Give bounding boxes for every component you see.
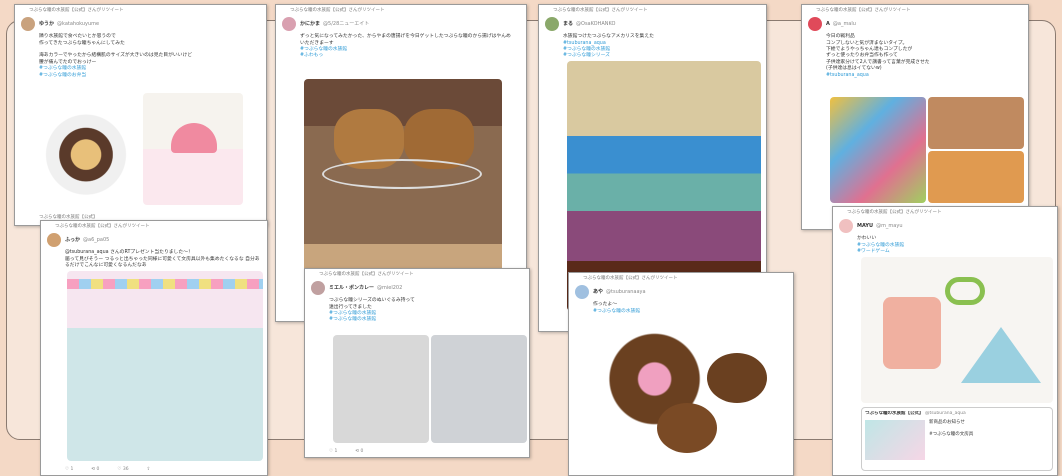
user-name: ミエル・ボンカレー [329, 284, 375, 291]
tweet-actions[interactable]: ♡ 1 ⟲ 0 ♡ 36 ⇪ [65, 467, 150, 473]
tweet-text: ずっと気になってみたかった、からやまの唐揚げを今日ゲットしたつぶらな瞳のから揚げ… [300, 34, 511, 46]
user-handle: @katahokuyume [57, 20, 100, 27]
tweet-text: @tsuburana_aqua さんのRTプレゼント当たりました〜！ 届って見び… [65, 250, 260, 268]
tweet-text: かわいい [857, 236, 877, 242]
retweet-label: つぶらな瞳の水族館【公式】さんがリツイート [583, 276, 678, 281]
tweet-hashtags[interactable]: #つぶらな瞳の水族館 #つぶらな瞳の水族館 [305, 311, 529, 324]
tweet-hashtags[interactable]: #つぶらな瞳の水族館 #つぶらな瞳のお弁当 [15, 66, 266, 79]
tweet-photo-bag-front [333, 335, 429, 443]
pink-creature-icon [171, 123, 217, 153]
user-name: ゆうか [39, 20, 55, 27]
avatar [839, 219, 853, 234]
tweet-text: 作ったよ〜 [593, 302, 617, 308]
reply-count[interactable]: ♡ 1 [329, 449, 337, 455]
user-handle: @m_mayu [876, 222, 903, 229]
tweet-header: ふっか @a6_pa05 [41, 232, 267, 248]
user-name: かにかま [300, 20, 321, 27]
avatar [47, 233, 61, 248]
quoted-user-handle: @tsuburana_aqua [924, 411, 966, 416]
user-name: まる [563, 20, 574, 27]
tweet-text: 今日の戦利品 コンプしないと気が済まないタイプ。 下絵でようやっちゃん達もコンプ… [826, 34, 930, 72]
retweet-label: つぶらな瞳の水族館【公式】さんがリツイート [553, 8, 648, 13]
user-handle: @OsaKOHANKO [576, 20, 616, 27]
cupcake [707, 353, 767, 403]
quoted-tweet-text: 新商品のお知らせ #つぶらな瞳の文房具 [929, 420, 974, 438]
tweet-hashtags[interactable]: #つぶらな瞳の水族館 #ふわもっ [276, 47, 526, 60]
tweet-photo-hands [928, 97, 1024, 149]
collage-board: つぶらな瞳の水族館【公式】さんがリツイート ゆうか @katahokuyume … [0, 0, 1062, 476]
user-name: A [826, 20, 830, 27]
pink-pouch [883, 297, 941, 369]
quoted-tweet[interactable]: つぶらな瞳の水族館【公式】 @tsuburana_aqua 新商品のお知らせ #… [861, 407, 1053, 471]
user-handle: @a6_pa05 [83, 236, 110, 243]
retweet-label: つぶらな瞳の水族館【公式】さんがリツイート [319, 272, 414, 277]
user-name: MAYU [857, 222, 874, 229]
user-name: ふっか [65, 236, 81, 243]
tweet-header: ゆうか @katahokuyume [15, 16, 266, 32]
retweet-label: つぶらな瞳の水族館【公式】さんがリツイート [816, 8, 911, 13]
retweet-label: つぶらな瞳の水族館【公式】さんがリツイート [29, 8, 124, 13]
tweet-header: MAYU @m_mayu [833, 218, 1057, 234]
retweet-label: つぶらな瞳の水族館【公式】さんがリツイート [290, 8, 385, 13]
tweet-hashtags[interactable]: #つぶらな瞳の水族館 [569, 309, 793, 315]
tweet-photo-cupcakes [597, 323, 789, 463]
scissors-handle [945, 277, 985, 305]
like-count[interactable]: ♡ 36 [117, 467, 128, 473]
tweet-header: A @a_malu [802, 16, 1028, 32]
avatar [545, 17, 559, 32]
tweet-photo-pencil-case [861, 257, 1053, 403]
tweet-card-7[interactable]: つぶらな瞳の水族館【公式】さんがリツイート あや @tsuburanaaya 作… [568, 272, 794, 476]
cupcake [657, 403, 717, 453]
retweet-label: つぶらな瞳の水族館【公式】さんがリツイート [847, 210, 942, 215]
triangle-ruler [961, 327, 1041, 383]
avatar [282, 17, 296, 32]
tweet-illustration [143, 93, 243, 205]
tweet-hashtags[interactable]: #つぶらな瞳の水族館 #ワードゲーム [833, 243, 1057, 256]
reply-count[interactable]: ♡ 1 [65, 467, 73, 473]
tweet-text: つぶらな瞳シリーズのぬいぐるみ持って 遠出行ってきました [329, 298, 415, 310]
tweet-card-4[interactable]: つぶらな瞳の水族館【公式】さんがリツイート A @a_malu 今日の戦利品 コ… [801, 4, 1029, 230]
tweet-header: かにかま @5/28ニューエイト [276, 16, 526, 32]
user-handle: @tsuburanaaya [606, 288, 646, 295]
tweet-header: まる @OsaKOHANKO [539, 16, 766, 32]
user-handle: @a_malu [832, 20, 856, 27]
bunting-flags [67, 279, 263, 289]
share-icon[interactable]: ⇪ [147, 467, 151, 473]
avatar [21, 17, 35, 32]
avatar [311, 281, 325, 296]
tweet-header: ミエル・ボンカレー @miel202 [305, 280, 529, 296]
quoted-user-name: つぶらな瞳の水族館【公式】 [865, 411, 924, 416]
tweet-hashtags[interactable]: #tsuburana_aqua [802, 73, 1028, 79]
quoted-photo [865, 420, 925, 461]
avatar [575, 285, 589, 300]
tweet-card-8[interactable]: つぶらな瞳の水族館【公式】さんがリツイート MAYU @m_mayu かわいい … [832, 206, 1058, 476]
tweet-photo-bag-back [431, 335, 527, 443]
tweet-photo-collection [830, 97, 926, 203]
tweet-card-5[interactable]: つぶらな瞳の水族館【公式】さんがリツイート ふっか @a6_pa05 @tsub… [40, 220, 268, 476]
retweet-count[interactable]: ⟲ 0 [355, 449, 363, 455]
tweet-card-6[interactable]: つぶらな瞳の水族館【公式】さんがリツイート ミエル・ボンカレー @miel202… [304, 268, 530, 458]
user-name: あや [593, 288, 604, 295]
tweet-text: 水族館つけたつぶらなアメカリスを集えた [563, 34, 654, 40]
user-handle: @miel202 [377, 284, 403, 291]
user-handle: @5/28ニューエイト [323, 20, 370, 27]
retweet-label: つぶらな瞳の水族館【公式】さんがリツイート [55, 224, 150, 229]
glass-plate [322, 159, 482, 189]
tweet-photo-bento [41, 93, 141, 205]
quoted-tweet-header: つぶらな瞳の水族館【公式】 @tsuburana_aqua [865, 411, 1049, 417]
retweet-count[interactable]: ⟲ 0 [91, 467, 99, 473]
tweet-actions[interactable]: ♡ 1 ⟲ 0 [329, 449, 363, 455]
tweet-photo-goods [67, 271, 263, 461]
tweet-card-1[interactable]: つぶらな瞳の水族館【公式】さんがリツイート ゆうか @katahokuyume … [14, 4, 267, 226]
tweet-hashtags[interactable]: #tsuburana_aqua #つぶらな瞳の水族館 #つぶらな瞳シリーズ [539, 41, 766, 60]
avatar [808, 17, 822, 32]
tweet-text: 隣り水族館で食べたいとか思うので 作ってきたつぶらな瞳ちゃんにしてみた 海あカラ… [39, 34, 193, 65]
tweet-header: あや @tsuburanaaya [569, 284, 793, 300]
tweet-photo-stickers [928, 151, 1024, 203]
